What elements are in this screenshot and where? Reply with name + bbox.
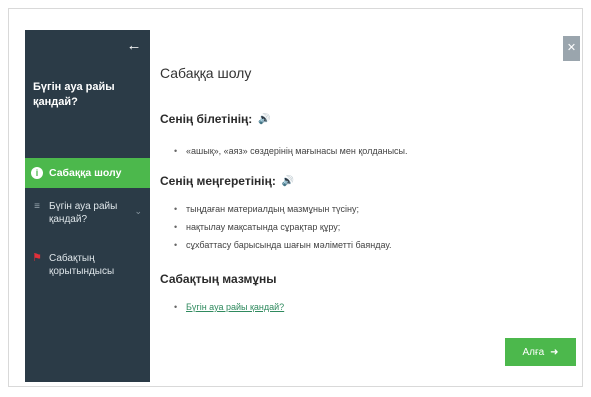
sidebar-item-weather[interactable]: ≡ Бүгін ауа райы қандай? ⌄ — [25, 200, 150, 240]
speaker-icon[interactable]: 🔊 — [258, 114, 270, 125]
next-button-label: Алға — [522, 346, 545, 358]
sidebar-item-label: Бүгін ауа райы қандай? — [49, 201, 118, 225]
list-icon: ≡ — [34, 201, 40, 212]
back-arrow-icon[interactable]: ← — [126, 38, 142, 54]
sidebar-item-overview[interactable]: i Сабаққа шолу — [25, 158, 150, 188]
sidebar-item-summary[interactable]: ⚑ Сабақтың қорытындысы — [25, 252, 150, 292]
arrow-right-icon: ➜ — [550, 346, 559, 358]
sidebar-lesson-title: Бүгін ауа райы қандай? — [33, 81, 115, 108]
section-heading-text: Сенің меңгеретінің: — [160, 174, 276, 188]
skills-list: тыңдаған материалдың мазмұнын түсіну; на… — [174, 200, 392, 254]
lesson-link[interactable]: Бүгін ауа райы қандай? — [186, 302, 284, 312]
section-heading-text: Сенің білетінің: — [160, 112, 253, 126]
knowledge-list: «ашық», «аяз» сөздерінің мағынасы мен қо… — [174, 142, 408, 160]
close-icon[interactable]: ✕ — [563, 36, 580, 61]
list-item: нақтылау мақсатында сұрақтар құру; — [174, 218, 392, 236]
next-button[interactable]: Алға ➜ — [505, 338, 576, 366]
list-item: Бүгін ауа райы қандай? — [174, 298, 284, 316]
sidebar-item-label: Сабаққа шолу — [49, 166, 122, 179]
list-item: сұхбаттасу барысында шағын мәліметті бая… — [174, 236, 392, 254]
info-icon: i — [31, 167, 43, 179]
list-item: «ашық», «аяз» сөздерінің мағынасы мен қо… — [174, 142, 408, 160]
sidebar-item-label: Сабақтың қорытындысы — [49, 253, 115, 277]
page-title: Сабаққа шолу — [160, 65, 252, 81]
speaker-icon[interactable]: 🔊 — [282, 176, 294, 187]
section-heading-text: Сабақтың мазмұны — [160, 272, 277, 286]
section-heading-skills: Сенің меңгеретінің: 🔊 — [160, 174, 294, 188]
list-item: тыңдаған материалдың мазмұнын түсіну; — [174, 200, 392, 218]
section-heading-content: Сабақтың мазмұны — [160, 272, 277, 286]
flag-icon: ⚑ — [32, 252, 42, 264]
chevron-down-icon[interactable]: ⌄ — [134, 206, 142, 217]
content-list: Бүгін ауа райы қандай? — [174, 298, 284, 316]
sidebar: ← Бүгін ауа райы қандай? i Сабаққа шолу … — [25, 30, 150, 382]
section-heading-knowledge: Сенің білетінің: 🔊 — [160, 112, 271, 126]
